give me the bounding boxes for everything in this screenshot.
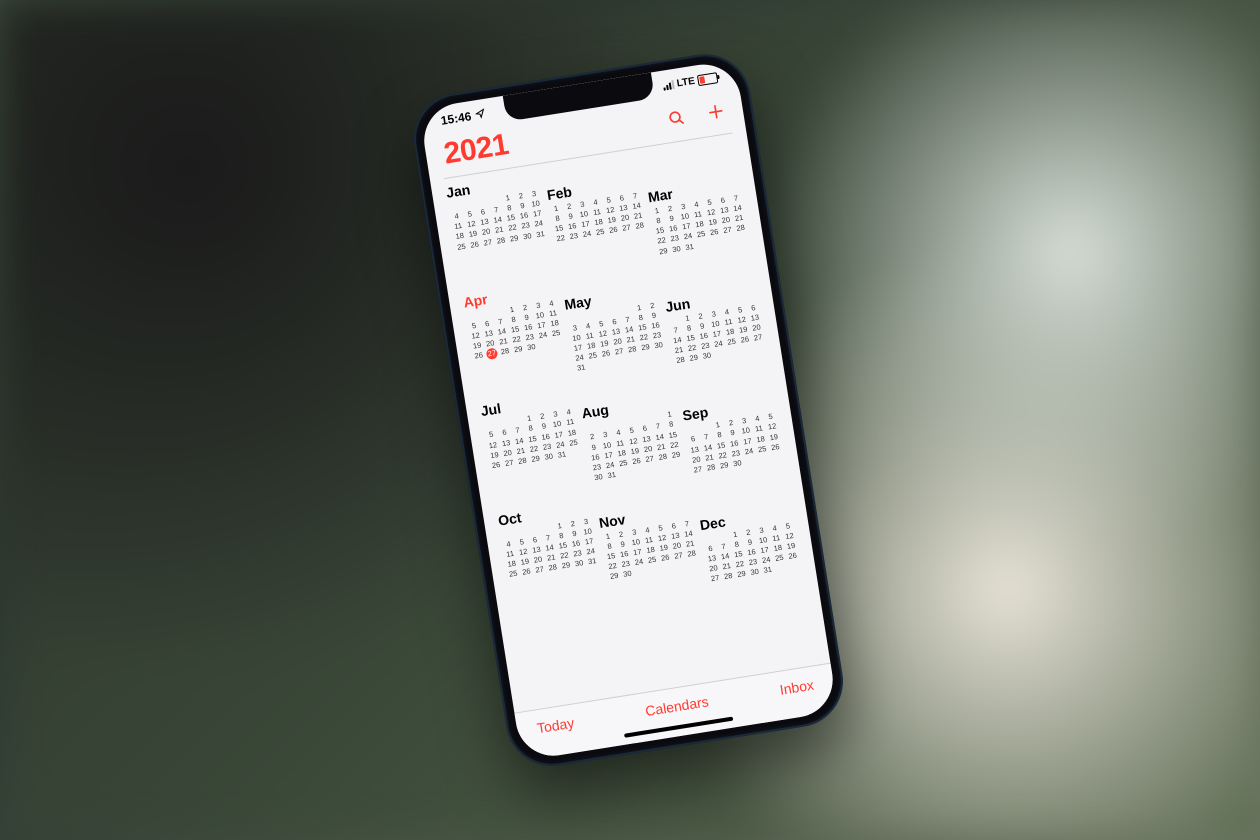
day-cell[interactable]: 30: [620, 569, 635, 581]
day-cell[interactable]: 31: [604, 469, 619, 481]
day-cell[interactable]: 25: [549, 327, 564, 339]
month-jan[interactable]: Jan1234567891011121314151617181920212223…: [445, 170, 554, 288]
month-day-grid: 1234567891011121314151617181920212223242…: [583, 409, 685, 484]
day-cell[interactable]: 31: [574, 362, 589, 374]
day-cell[interactable]: 25: [566, 437, 581, 449]
day-cell[interactable]: 31: [533, 228, 548, 240]
month-oct[interactable]: Oct1234567891011121314151617181920212223…: [497, 498, 606, 616]
day-cell[interactable]: 26: [768, 441, 783, 453]
month-jul[interactable]: Jul1234567891011121314151617181920212223…: [480, 389, 589, 507]
plus-icon: [706, 101, 727, 122]
today-button[interactable]: Today: [536, 715, 575, 737]
month-mar[interactable]: Mar1234567891011121314151617181920212223…: [647, 175, 750, 257]
day-cell[interactable]: 28: [684, 548, 699, 560]
cellular-signal-icon: [662, 80, 674, 91]
inbox-button[interactable]: Inbox: [779, 677, 815, 698]
day-cell[interactable]: 31: [761, 565, 776, 577]
day-cell[interactable]: 31: [585, 556, 600, 568]
month-aug[interactable]: Aug1234567891011121314151617181920212223…: [581, 391, 687, 491]
calendars-button[interactable]: Calendars: [644, 693, 710, 719]
month-dec[interactable]: Dec1234567891011121314151617181920212223…: [699, 503, 802, 585]
day-cell-today[interactable]: 27: [485, 348, 500, 360]
network-label: LTE: [676, 75, 696, 89]
day-cell[interactable]: 30: [730, 457, 745, 469]
day-cell[interactable]: 31: [682, 241, 697, 253]
month-apr[interactable]: Apr1234567891011121314151617181920212223…: [462, 280, 571, 398]
day-cell[interactable]: 28: [733, 223, 748, 235]
day-cell[interactable]: 29: [669, 449, 684, 461]
month-feb[interactable]: Feb1234567891011121314151617181920212223…: [546, 173, 652, 273]
day-cell[interactable]: 30: [700, 350, 715, 362]
month-may[interactable]: May1234567891011121314151617181920212223…: [563, 282, 669, 382]
search-button[interactable]: [666, 108, 687, 129]
month-jun[interactable]: Jun1234567891011121314151617181920212223…: [664, 284, 767, 366]
year-title[interactable]: 2021: [442, 128, 511, 172]
month-nov[interactable]: Nov1234567891011121314151617181920212223…: [598, 500, 704, 600]
day-cell[interactable]: 30: [524, 342, 539, 354]
year-months-grid: Jan1234567891011121314151617181920212223…: [430, 131, 815, 618]
day-cell[interactable]: 26: [785, 550, 800, 562]
add-event-button[interactable]: [706, 101, 727, 122]
day-cell[interactable]: 27: [751, 332, 766, 344]
day-cell[interactable]: 31: [555, 449, 570, 461]
search-icon: [666, 108, 687, 129]
month-day-grid: 1234567891011121314151617181920212223242…: [566, 300, 668, 375]
battery-icon: [697, 72, 718, 86]
month-sep[interactable]: Sep1234567891011121314151617181920212223…: [681, 393, 784, 475]
day-cell[interactable]: 30: [651, 340, 666, 352]
location-services-icon: [474, 107, 486, 122]
day-cell[interactable]: 28: [632, 220, 647, 232]
